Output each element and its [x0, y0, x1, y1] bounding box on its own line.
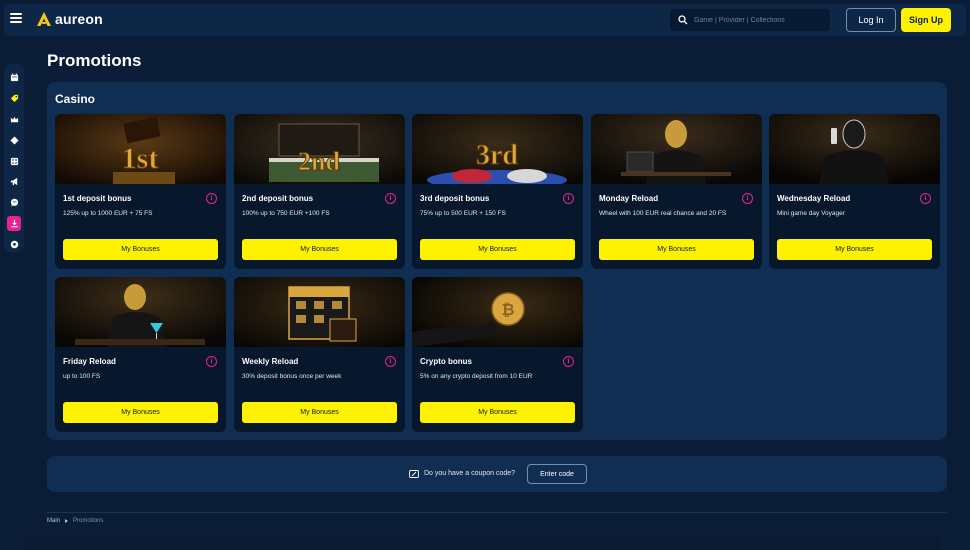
promo-image: 1st [55, 114, 226, 184]
promo-card: Weekly Reload 30% deposit bonus once per… [234, 277, 405, 432]
info-icon[interactable] [920, 193, 931, 204]
promo-title: Monday Reload [599, 194, 659, 203]
coupon-prompt: Do you have a coupon code? [424, 470, 516, 477]
promo-title: Wednesday Reload [777, 194, 851, 203]
promo-title: Friday Reload [63, 357, 116, 366]
promo-image [591, 114, 762, 184]
my-bonuses-button[interactable]: My Bonuses [420, 402, 575, 423]
promo-description: Mini game day Voyager [777, 210, 845, 217]
info-icon[interactable] [742, 193, 753, 204]
casino-promotions-panel: Casino 1st 1st deposit bonus 125% up to … [47, 82, 947, 440]
promo-description: 75% up to 500 EUR + 150 FS [420, 210, 506, 217]
brand-logo[interactable]: aureon [36, 11, 103, 27]
promo-description: 125% up to 1000 EUR + 75 FS [63, 210, 153, 217]
promo-image [769, 114, 940, 184]
chat-icon[interactable] [7, 195, 21, 210]
megaphone-icon[interactable] [7, 174, 21, 189]
promo-card: 1st 1st deposit bonus 125% up to 1000 EU… [55, 114, 226, 269]
promo-card: Wednesday Reload Mini game day Voyager M… [769, 114, 940, 269]
third-deposit-art: 3rd [412, 114, 583, 184]
info-icon[interactable] [385, 193, 396, 204]
svg-text:2nd: 2nd [298, 147, 340, 176]
second-deposit-art: 2nd [234, 114, 405, 184]
promo-description: 30% deposit bonus once per week [242, 373, 342, 380]
promo-description: 100% up to 750 EUR +100 FS [242, 210, 330, 217]
coupon-icon [409, 470, 419, 478]
promo-title: 2nd deposit bonus [242, 194, 314, 203]
promo-image: 2nd [234, 114, 405, 184]
footer [30, 536, 940, 550]
promo-title: Weekly Reload [242, 357, 299, 366]
diamond-icon[interactable] [7, 133, 21, 148]
first-deposit-art: 1st [55, 114, 226, 184]
page-title: Promotions [47, 51, 142, 70]
masked-man-phone-art [769, 114, 940, 184]
info-icon[interactable] [563, 193, 574, 204]
my-bonuses-button[interactable]: My Bonuses [420, 239, 575, 260]
my-bonuses-button[interactable]: My Bonuses [777, 239, 932, 260]
dice-icon[interactable] [7, 154, 21, 169]
my-bonuses-button[interactable]: My Bonuses [242, 402, 397, 423]
promo-title: 1st deposit bonus [63, 194, 132, 203]
breadcrumb-current: Promotions [73, 518, 104, 524]
info-icon[interactable] [385, 356, 396, 367]
promo-title: 3rd deposit bonus [420, 194, 490, 203]
logo-icon [37, 12, 51, 26]
login-button[interactable]: Log In [846, 8, 896, 32]
brand-name: aureon [55, 11, 103, 27]
info-icon[interactable] [206, 193, 217, 204]
enter-code-button[interactable]: Enter code [527, 464, 587, 484]
search-icon [678, 15, 688, 25]
promo-description: Wheel with 100 EUR real chance and 20 FS [599, 210, 727, 217]
my-bonuses-button[interactable]: My Bonuses [63, 239, 218, 260]
breadcrumb-home[interactable]: Main [47, 518, 60, 524]
promo-title: Crypto bonus [420, 357, 472, 366]
calendar-gift-art [234, 277, 405, 347]
calendar-icon[interactable] [7, 70, 21, 85]
promo-card: 3rd 3rd deposit bonus 75% up to 500 EUR … [412, 114, 583, 269]
promo-image: ₿ [412, 277, 583, 347]
bitcoin-hand-art: ₿ [412, 277, 583, 347]
top-header: aureon Log In Sign Up [4, 4, 966, 36]
promo-card: 2nd 2nd deposit bonus 100% up to 750 EUR… [234, 114, 405, 269]
side-nav [4, 64, 24, 252]
masked-man-laptop-art [591, 114, 762, 184]
info-icon[interactable] [206, 356, 217, 367]
promo-card: Friday Reload up to 100 FS My Bonuses [55, 277, 226, 432]
promo-description: 5% on any crypto deposit from 10 EUR [420, 373, 533, 380]
promo-image: 3rd [412, 114, 583, 184]
signup-button[interactable]: Sign Up [901, 8, 951, 32]
my-bonuses-button[interactable]: My Bonuses [599, 239, 754, 260]
promo-card: ₿ Crypto bonus 5% on any crypto deposit … [412, 277, 583, 432]
svg-text:1st: 1st [122, 142, 159, 175]
search-input[interactable] [694, 16, 824, 24]
tag-icon[interactable] [7, 91, 21, 106]
my-bonuses-button[interactable]: My Bonuses [63, 402, 218, 423]
svg-text:3rd: 3rd [476, 140, 518, 171]
search-box[interactable] [670, 9, 830, 31]
promo-image [55, 277, 226, 347]
info-icon[interactable] [563, 356, 574, 367]
my-bonuses-button[interactable]: My Bonuses [242, 239, 397, 260]
masked-man-cocktail-art [55, 277, 226, 347]
download-icon[interactable] [7, 216, 21, 232]
promo-image [234, 277, 405, 347]
svg-text:₿: ₿ [501, 300, 514, 319]
crown-icon[interactable] [7, 112, 21, 127]
menu-icon[interactable] [10, 13, 22, 23]
breadcrumb-separator-icon [65, 519, 69, 523]
soccer-ball-icon[interactable] [7, 237, 21, 252]
breadcrumb: Main Promotions [47, 518, 103, 524]
promo-description: up to 100 FS [63, 373, 101, 380]
promo-card: Monday Reload Wheel with 100 EUR real ch… [591, 114, 762, 269]
coupon-bar: Do you have a coupon code? Enter code [47, 456, 947, 492]
section-title: Casino [55, 92, 96, 106]
divider [47, 512, 947, 513]
